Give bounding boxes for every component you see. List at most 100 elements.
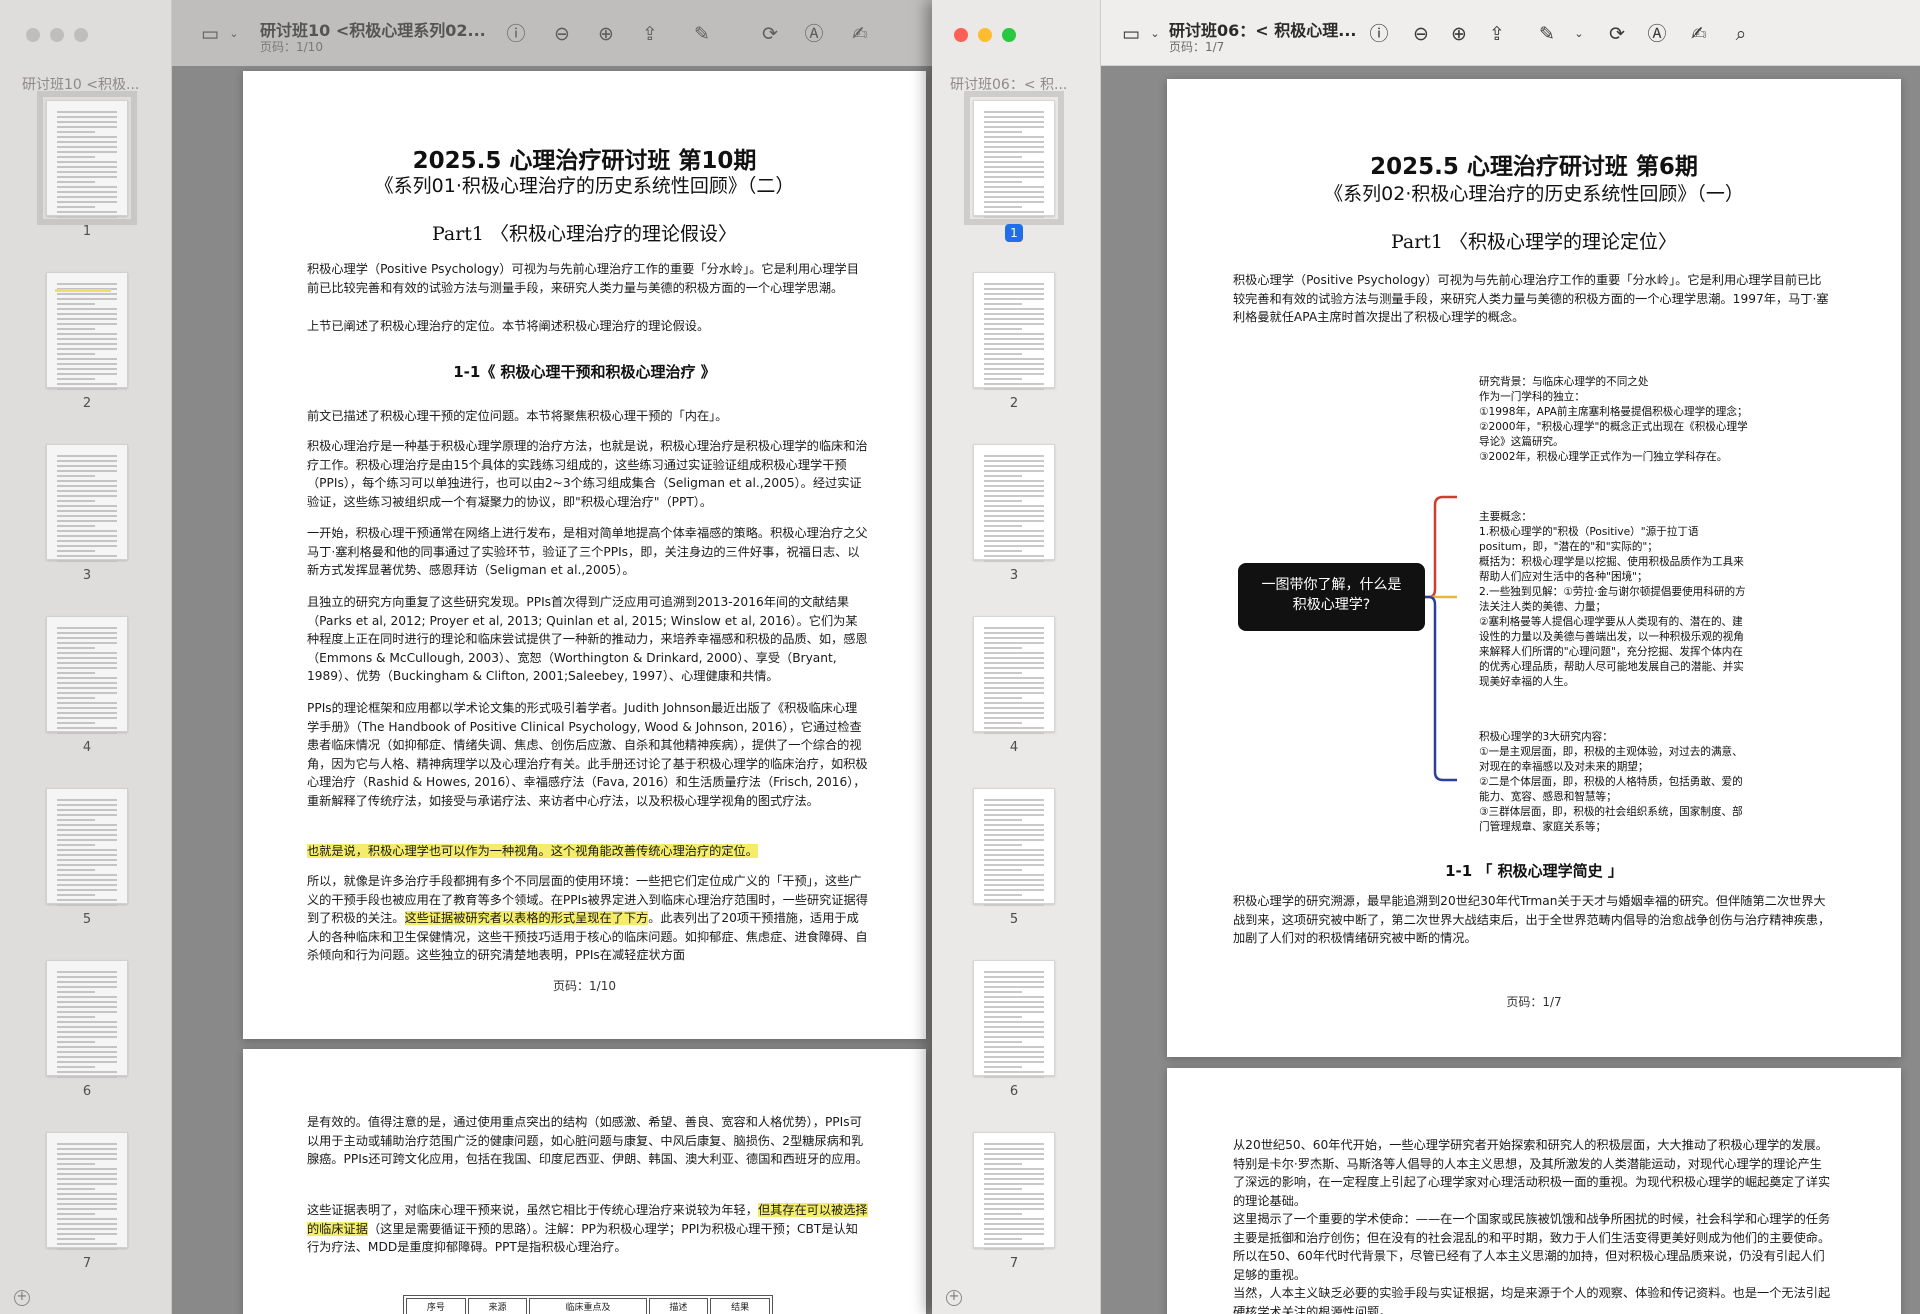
thumbnail-text-line bbox=[56, 136, 118, 138]
close-button[interactable] bbox=[954, 28, 968, 42]
annotate-icon[interactable]: Ⓐ bbox=[802, 22, 826, 46]
zoom-out-icon[interactable]: ⊖ bbox=[1409, 22, 1433, 46]
thumbnail-text-line bbox=[56, 854, 118, 856]
thumbnail-text-line bbox=[56, 1173, 118, 1175]
thumbnail-text-line bbox=[56, 667, 118, 669]
rotate-icon[interactable]: ⟳ bbox=[1605, 22, 1629, 46]
markup-icon[interactable]: ✎ bbox=[1535, 22, 1559, 46]
page-thumbnail[interactable] bbox=[973, 1132, 1055, 1250]
thumbnail-page-number: 6 bbox=[82, 1084, 92, 1099]
chevron-down-icon[interactable]: ⌄ bbox=[1567, 22, 1591, 46]
thumbnail-page-number: 3 bbox=[1009, 568, 1019, 583]
page-thumbnail[interactable] bbox=[46, 1132, 128, 1250]
sidebar-toggle-icon[interactable]: ▭ bbox=[198, 22, 222, 46]
annotate-icon[interactable]: Ⓐ bbox=[1645, 22, 1669, 46]
thumbnail-text-line bbox=[983, 383, 1045, 385]
thumbnail-text-line bbox=[56, 485, 118, 487]
sidebar-toggle-icon[interactable]: ▭ bbox=[1119, 22, 1143, 46]
thumbnail-text-line bbox=[983, 171, 1045, 173]
thumbnail-text-line bbox=[983, 373, 1045, 375]
page-thumbnail[interactable] bbox=[46, 960, 128, 1078]
page-thumbnail[interactable] bbox=[973, 272, 1055, 390]
highlighted-paragraph: 也就是说，积极心理学也可以作为一种视角。这个视角能改善传统心理治疗的定位。 bbox=[307, 842, 869, 861]
paragraph: 且独立的研究方向重复了这些研究发现。PPIs首次得到广泛应用可追溯到2013-2… bbox=[307, 595, 868, 684]
thumbnail-text-line bbox=[983, 1148, 1045, 1150]
text-run: （这里是需要循证干预的思路）。注解：PP为积极心理学；PPI为积极心理干预；CB… bbox=[307, 1221, 858, 1255]
thumbnail-text-line bbox=[56, 1016, 95, 1018]
thumbnail-text-line bbox=[983, 308, 1045, 310]
pdf-page-2: 从20世纪50、60年代开始，一些心理学研究者开始探索和研究人的积极层面，大大推… bbox=[1167, 1068, 1901, 1314]
zoom-button[interactable] bbox=[1002, 28, 1016, 42]
close-button[interactable] bbox=[26, 28, 40, 42]
thumbnail-text-line bbox=[56, 834, 118, 836]
thumbnail-text-line bbox=[983, 1163, 1022, 1165]
info-icon[interactable]: ⓘ bbox=[1367, 22, 1391, 46]
thumbnail-text-line bbox=[56, 303, 95, 305]
zoom-in-icon[interactable]: ⊕ bbox=[594, 22, 618, 46]
minimize-button[interactable] bbox=[50, 28, 64, 42]
share-icon[interactable]: ⇪ bbox=[638, 22, 662, 46]
signature-icon[interactable]: ✍ bbox=[848, 22, 872, 46]
thumbnail-text-line bbox=[56, 647, 95, 649]
table-header: 结果 bbox=[710, 1298, 770, 1314]
thumbnail-text-line bbox=[983, 632, 1045, 634]
page-thumbnail[interactable] bbox=[46, 444, 128, 562]
mindmap-line: ③2002年，积极心理学正式作为一门独立学科存在。 bbox=[1479, 451, 1728, 463]
page-thumbnail[interactable] bbox=[973, 960, 1055, 1078]
thumbnail-text-line bbox=[983, 1178, 1045, 1180]
zoom-button[interactable] bbox=[74, 28, 88, 42]
thumbnail-text-line bbox=[983, 1213, 1022, 1215]
page-thumbnail[interactable] bbox=[973, 788, 1055, 906]
paragraph: 当然，人本主义缺乏必要的实验手段与实证根据，均是来源于个人的观察、体验和传记资料… bbox=[1233, 1286, 1831, 1314]
thumbnail-text-line bbox=[983, 141, 1045, 143]
page-thumbnail[interactable] bbox=[964, 91, 1064, 225]
share-icon[interactable]: ⇪ bbox=[1485, 22, 1509, 46]
section-heading: 1-1 「 积极心理学简史 」 bbox=[1445, 862, 1623, 880]
page-thumbnail[interactable] bbox=[46, 616, 128, 734]
rotate-icon[interactable]: ⟳ bbox=[758, 22, 782, 46]
thumbnail-text-line bbox=[56, 722, 95, 724]
info-icon[interactable]: ⓘ bbox=[504, 22, 528, 46]
window-controls bbox=[26, 28, 88, 42]
page-thumbnail[interactable] bbox=[973, 444, 1055, 562]
thumbnail-text-line bbox=[56, 383, 118, 385]
add-icon[interactable]: + bbox=[14, 1290, 30, 1306]
paragraph: 前文已描述了积极心理干预的定位问题。本节将聚焦积极心理干预的「内在」。 bbox=[307, 409, 728, 423]
chevron-down-icon[interactable]: ⌄ bbox=[222, 22, 246, 46]
thumbnail-sidebar: 研讨班10 <积极... 1 2 3 4 5 6 7 + bbox=[0, 0, 172, 1314]
thumbnail-text-line bbox=[56, 166, 118, 168]
signature-icon[interactable]: ✍ bbox=[1687, 22, 1711, 46]
minimize-button[interactable] bbox=[978, 28, 992, 42]
page-thumbnail[interactable] bbox=[46, 788, 128, 906]
thumbnail-text-line bbox=[56, 976, 118, 978]
page-thumbnail[interactable] bbox=[37, 91, 137, 225]
thumbnail-text-line bbox=[56, 338, 118, 340]
thumbnail-text-line bbox=[56, 186, 118, 188]
mindmap-line: 概括为：积极心理学是以挖掘、使用积极品质作为工具来帮助人们应对生活中的各种"困境… bbox=[1479, 556, 1744, 583]
preview-window-2: 研讨班06：< 积... 1 2 3 4 5 6 7 + ▭ ⌄ 研讨班06：< 积极心理.… bbox=[932, 0, 1920, 1314]
paragraph: 积极心理学的研究溯源，最早能追溯到20世纪30年代Trman关于天才与婚姻幸福的… bbox=[1233, 894, 1831, 946]
thumbnail-text-line bbox=[983, 642, 1045, 644]
thumbnail-text-line bbox=[983, 692, 1045, 694]
page-thumbnail[interactable] bbox=[46, 272, 128, 390]
thumbnail-text-line bbox=[983, 338, 1045, 340]
zoom-out-icon[interactable]: ⊖ bbox=[550, 22, 574, 46]
page-footer: 页码：1/7 bbox=[1506, 995, 1562, 1009]
thumbnail-text-line bbox=[56, 702, 118, 704]
thumbnail-page-number: 6 bbox=[1009, 1084, 1019, 1099]
chevron-down-icon[interactable]: ⌄ bbox=[1143, 22, 1167, 46]
thumbnail-text-line bbox=[56, 996, 118, 998]
zoom-in-icon[interactable]: ⊕ bbox=[1447, 22, 1471, 46]
thumbnail-text-line bbox=[56, 1198, 118, 1200]
thumbnail-text-line bbox=[983, 824, 1045, 826]
thumbnail-text-line bbox=[56, 206, 95, 208]
markup-icon[interactable]: ✎ bbox=[690, 22, 714, 46]
thumbnail-text-line bbox=[56, 1158, 118, 1160]
thumbnail-text-line bbox=[56, 712, 118, 714]
search-icon[interactable]: ⌕ bbox=[1729, 22, 1753, 46]
add-icon[interactable]: + bbox=[946, 1290, 962, 1306]
mindmap-branch-background: 研究背景：与临床心理学的不同之处 作为一门学科的独立： ①1998年，APA前主席塞… bbox=[1479, 375, 1749, 465]
page-thumbnail[interactable] bbox=[973, 616, 1055, 734]
thumbnail-page-number: 5 bbox=[82, 912, 92, 927]
thumbnail-text-line bbox=[56, 146, 118, 148]
